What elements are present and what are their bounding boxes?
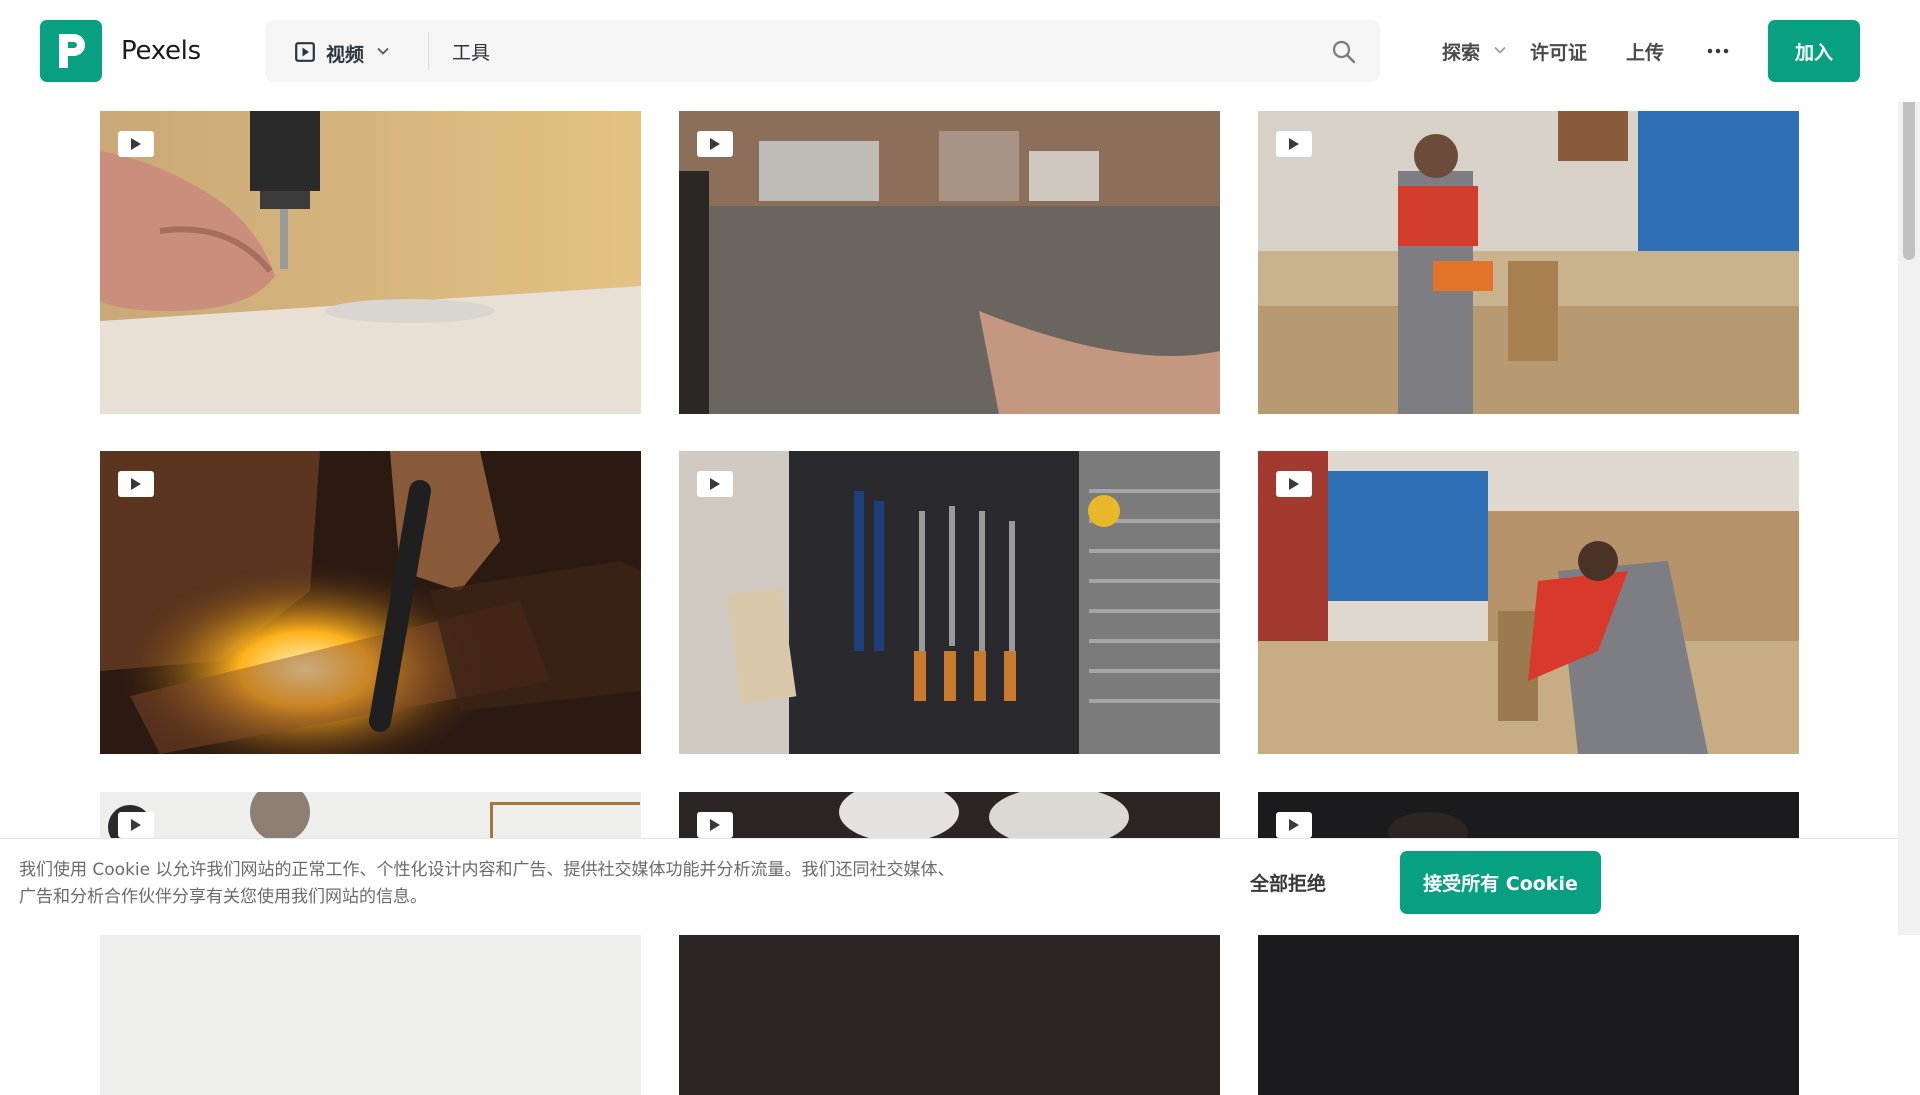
chevron-down-icon [377,47,389,55]
video-thumbnail [100,111,641,414]
video-tile[interactable] [100,111,641,414]
nav-explore[interactable]: 探索 [1442,38,1480,65]
nav-upload[interactable]: 上传 [1626,38,1664,65]
accept-all-cookies-button[interactable]: 接受所有 Cookie [1400,851,1601,914]
media-type-dropdown[interactable]: 视频 [265,20,428,82]
media-type-label: 视频 [326,44,365,66]
nav-license[interactable]: 许可证 [1530,38,1587,65]
search-icon[interactable] [1331,39,1357,65]
video-thumbnail [1258,111,1799,414]
video-thumbnail [679,451,1220,754]
video-tile[interactable] [679,451,1220,754]
play-icon [697,812,733,838]
play-icon [697,471,733,497]
pexels-logo-icon[interactable] [40,20,102,82]
play-icon [1276,812,1312,838]
search-input[interactable] [440,26,1280,76]
search-divider [428,32,429,70]
video-tile[interactable] [100,451,641,754]
cookie-message: 我们使用 Cookie 以允许我们网站的正常工作、个性化设计内容和广告、提供社交… [19,860,955,907]
play-icon [1276,131,1312,157]
join-button[interactable]: 加入 [1768,20,1860,82]
play-icon [1276,471,1312,497]
explore-chevron-down-icon[interactable] [1493,43,1507,57]
video-thumbnail [1258,451,1799,754]
video-thumbnail [100,451,641,754]
video-type-icon [295,42,315,62]
reject-all-cookies-button[interactable]: 全部拒绝 [1250,869,1326,896]
play-icon [118,471,154,497]
play-icon [118,131,154,157]
cookie-banner: 我们使用 Cookie 以允许我们网站的正常工作、个性化设计内容和广告、提供社交… [0,838,1898,935]
site-header: Pexels 视频 探索 许可证 上传 加入 [0,0,1920,102]
search-bar: 视频 [265,20,1380,82]
video-thumbnail [679,111,1220,414]
video-tile[interactable] [1258,111,1799,414]
play-icon [118,812,154,838]
video-tile[interactable] [1258,451,1799,754]
more-dots-icon[interactable] [1706,41,1730,61]
brand-name[interactable]: Pexels [121,36,201,66]
play-icon [697,131,733,157]
scrollbar-thumb[interactable] [1903,90,1915,260]
video-tile[interactable] [679,111,1220,414]
